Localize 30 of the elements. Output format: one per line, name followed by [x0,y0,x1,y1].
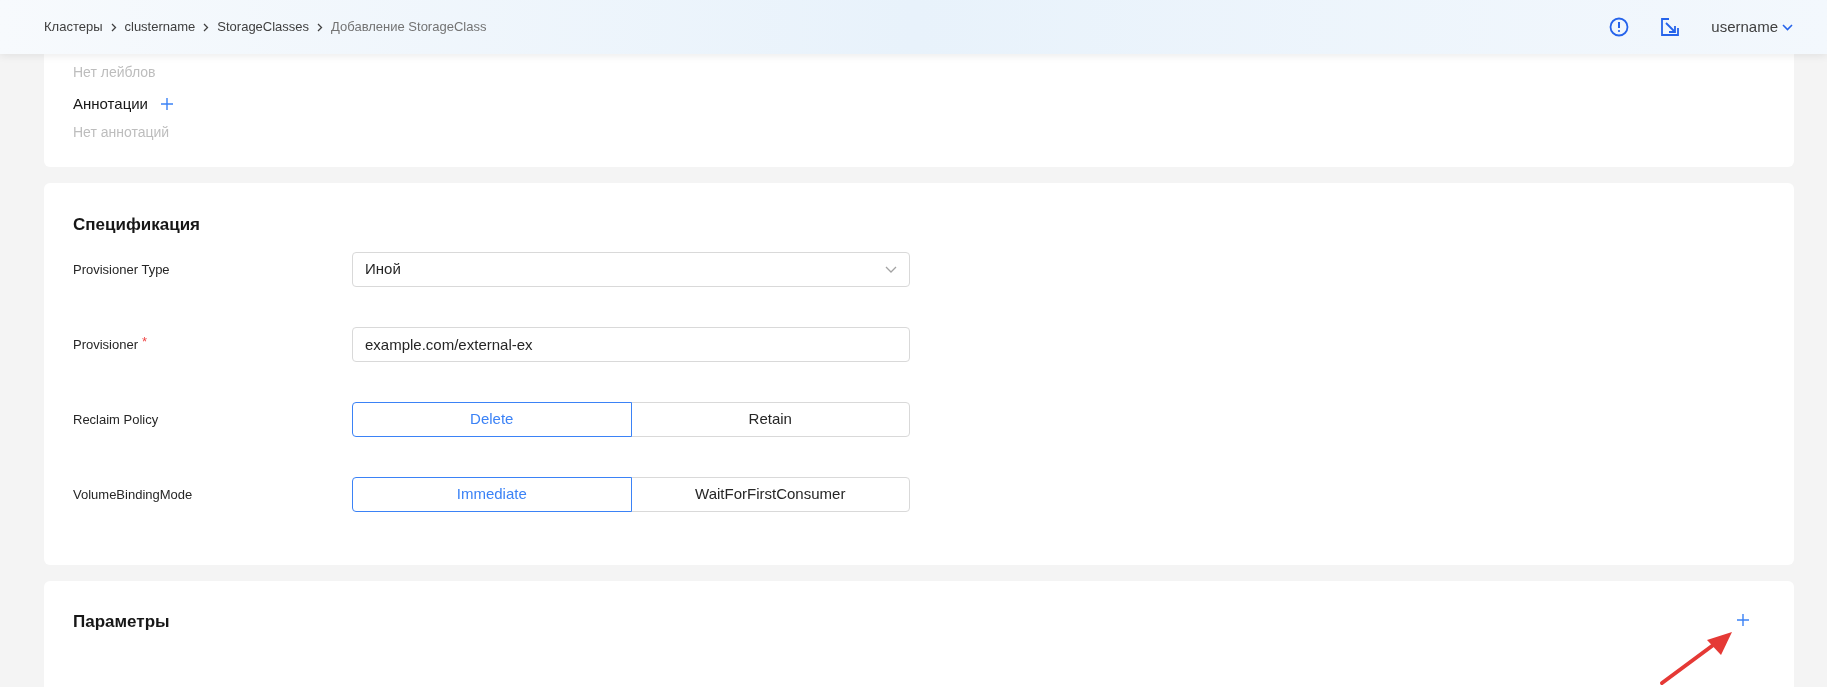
section-heading: Параметры [73,611,170,633]
segment-option[interactable]: Retain [630,402,910,437]
breadcrumb-link[interactable]: StorageClasses [217,17,310,37]
section-heading: Спецификация [73,214,201,236]
chevron-down-icon [885,265,897,274]
field-label: Provisioner Type [73,261,170,279]
input-field[interactable]: example.com/external-ex [352,327,910,362]
segment-option[interactable]: WaitForFirstConsumer [630,477,910,512]
add-parameter-button[interactable] [1736,613,1750,627]
breadcrumb-link[interactable]: clustername [124,17,196,37]
empty-annotations-text: Нет аннотаций [73,122,171,142]
provisioner-type-select[interactable]: Иной [352,252,910,287]
add-annotation-button[interactable] [160,97,174,112]
segment-option[interactable]: Delete [352,402,632,437]
segment-option[interactable]: Immediate [352,477,632,512]
chevron-right-icon [203,22,210,32]
required-asterisk: * [142,335,148,348]
section-heading: Аннотации [73,94,148,114]
empty-labels-text: Нет лейблов [73,63,157,82]
chevron-right-icon [317,22,324,32]
field-label: Reclaim Policy [73,411,159,429]
alert-icon[interactable] [1609,17,1630,37]
arrow-box-icon[interactable] [1661,18,1680,36]
breadcrumb-link[interactable]: Кластеры [44,17,103,37]
breadcrumb-link[interactable]: Добавление StorageClass [331,17,487,37]
field-label: VolumeBindingMode [73,486,193,504]
chevron-right-icon [110,22,117,32]
field-label: Provisioner [73,336,139,354]
chevron-down-icon [1782,23,1793,31]
user-menu[interactable]: username [1711,15,1793,39]
